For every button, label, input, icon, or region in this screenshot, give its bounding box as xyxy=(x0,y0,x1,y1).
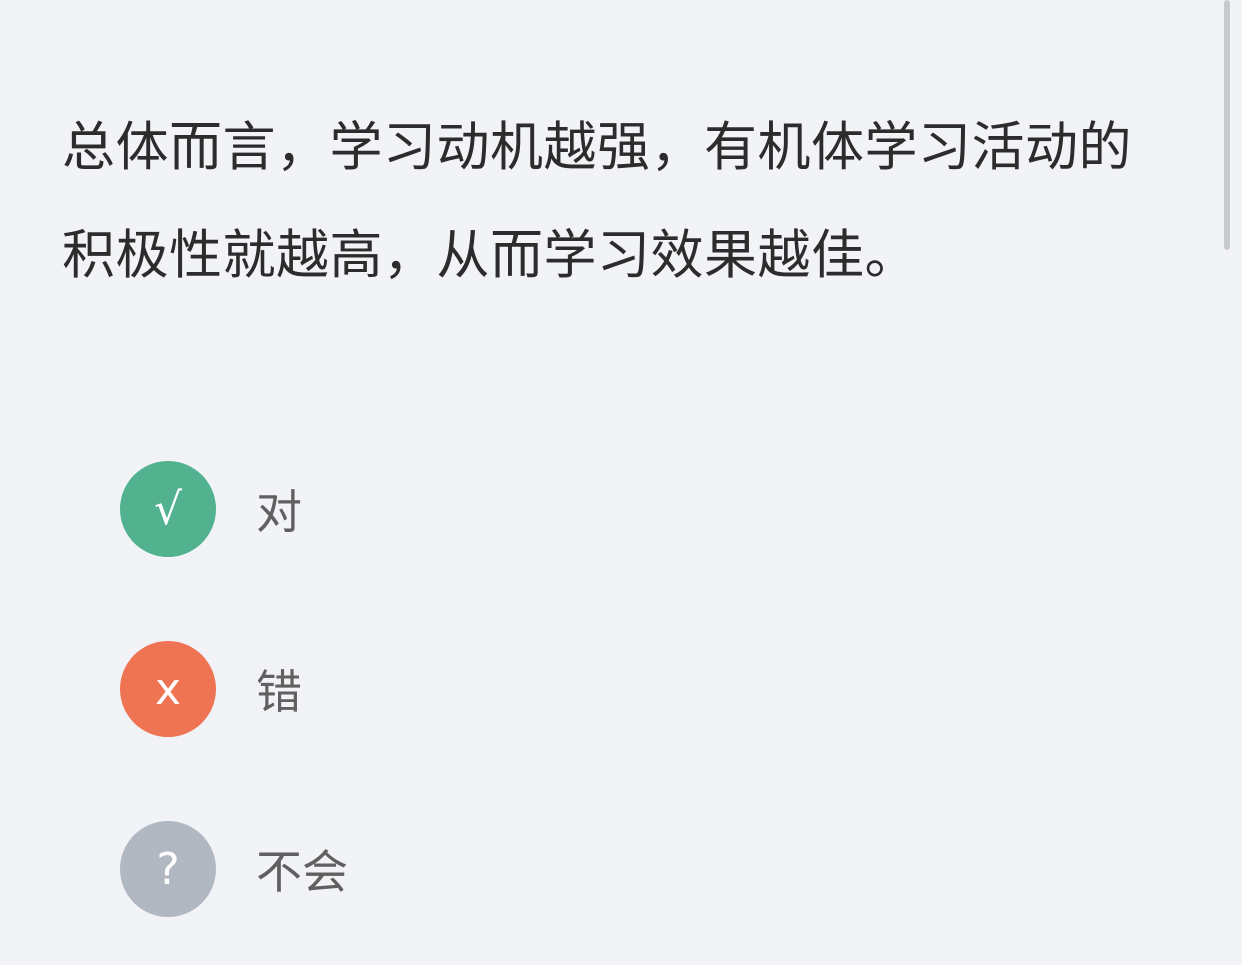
option-correct-label: 对 xyxy=(256,485,302,539)
question-text: 总体而言，学习动机越强，有机体学习活动的积极性就越高，从而学习效果越佳。 xyxy=(62,117,1132,286)
scrollbar[interactable] xyxy=(1224,0,1230,250)
checkmark-icon[interactable]: √ xyxy=(120,461,216,557)
option-wrong[interactable]: x 错 xyxy=(120,641,1020,737)
question-icon[interactable]: ? xyxy=(120,821,216,917)
option-correct[interactable]: √ 对 xyxy=(120,461,1020,557)
answer-options: √ 对 x 错 ? 不会 xyxy=(120,461,1020,917)
cross-icon[interactable]: x xyxy=(120,641,216,737)
quiz-page: 总体而言，学习动机越强，有机体学习活动的积极性就越高，从而学习效果越佳。 √ 对… xyxy=(0,0,1242,965)
option-unknown[interactable]: ? 不会 xyxy=(120,821,1020,917)
option-wrong-label: 错 xyxy=(256,665,302,719)
option-unknown-label: 不会 xyxy=(256,845,348,899)
